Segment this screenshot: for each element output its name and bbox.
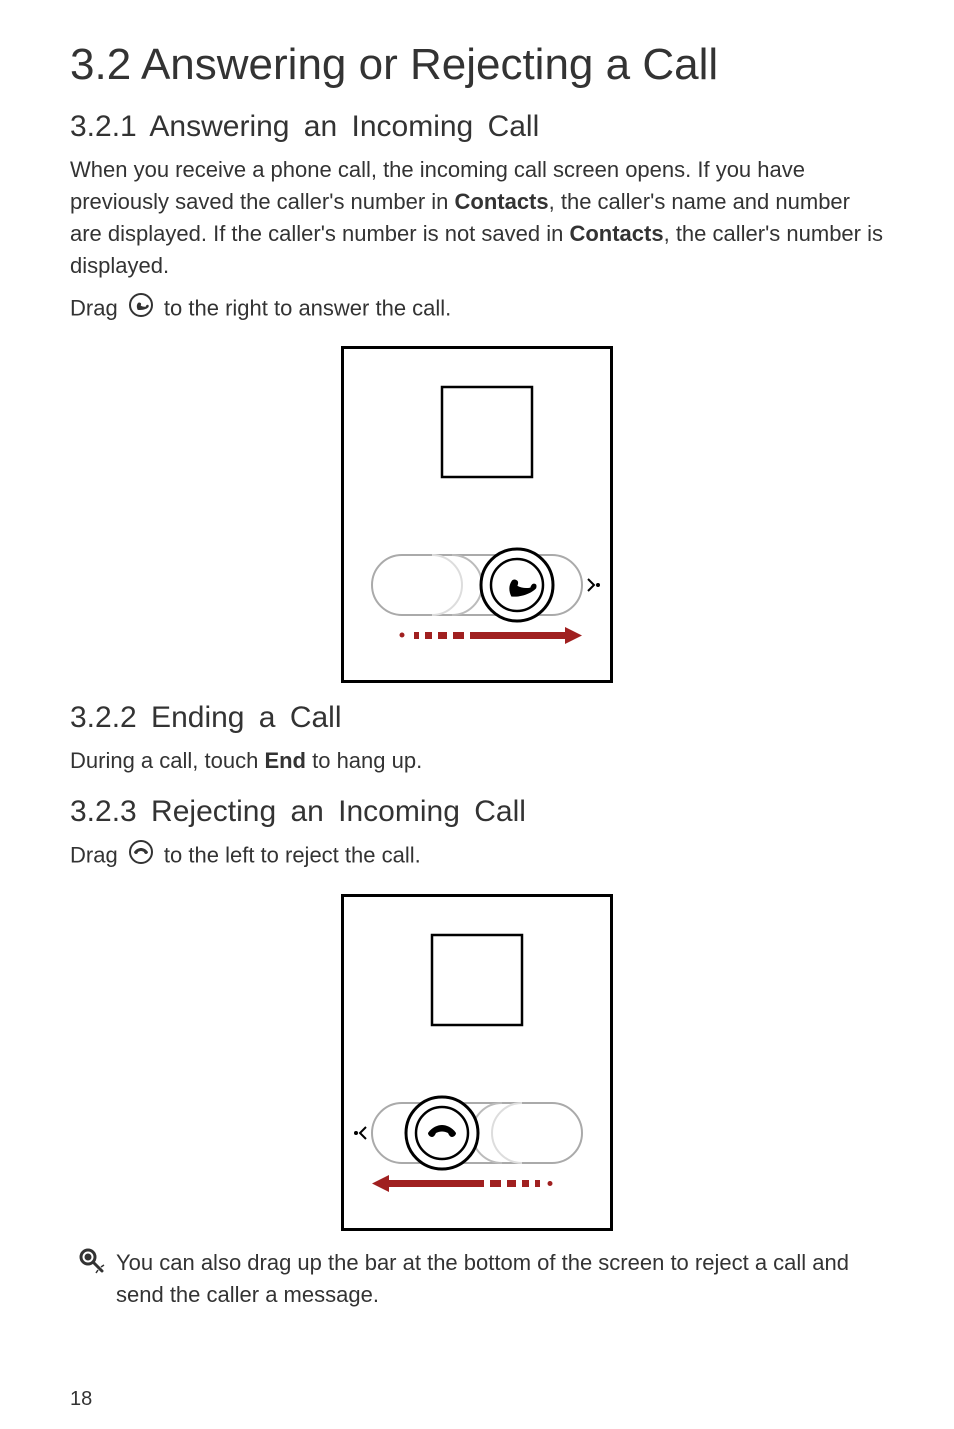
phone-frame <box>341 346 613 683</box>
text-fragment: to hang up. <box>306 748 422 773</box>
tip-icon <box>78 1247 106 1280</box>
text-fragment: to the right to answer the call. <box>164 295 451 320</box>
paragraph-321-intro: When you receive a phone call, the incom… <box>70 154 884 282</box>
text-fragment: Drag <box>70 295 124 320</box>
phone-frame <box>341 894 613 1231</box>
illustration-reject-call <box>70 894 884 1231</box>
text-fragment: During a call, touch <box>70 748 264 773</box>
tip-text: You can also drag up the bar at the bott… <box>116 1247 884 1311</box>
paragraph-323-drag: Drag to the left to reject the call. <box>70 839 884 874</box>
paragraph-322: During a call, touch End to hang up. <box>70 745 884 777</box>
tip-note: You can also drag up the bar at the bott… <box>70 1247 884 1321</box>
bold-contacts-1: Contacts <box>455 189 549 214</box>
illustration-answer-call <box>70 346 884 683</box>
bold-contacts-2: Contacts <box>569 221 663 246</box>
paragraph-321-drag: Drag to the right to answer the call. <box>70 292 884 327</box>
subsection-321-heading: 3.2.1 Answering an Incoming Call <box>70 110 884 144</box>
text-fragment: to the left to reject the call. <box>164 843 421 868</box>
phone-reject-icon <box>128 839 154 874</box>
section-heading: 3.2 Answering or Rejecting a Call <box>70 40 884 90</box>
page-number: 18 <box>70 1388 92 1411</box>
subsection-322-heading: 3.2.2 Ending a Call <box>70 701 884 735</box>
subsection-323-heading: 3.2.3 Rejecting an Incoming Call <box>70 795 884 829</box>
phone-answer-icon <box>128 292 154 327</box>
bold-end: End <box>264 748 306 773</box>
text-fragment: Drag <box>70 843 124 868</box>
